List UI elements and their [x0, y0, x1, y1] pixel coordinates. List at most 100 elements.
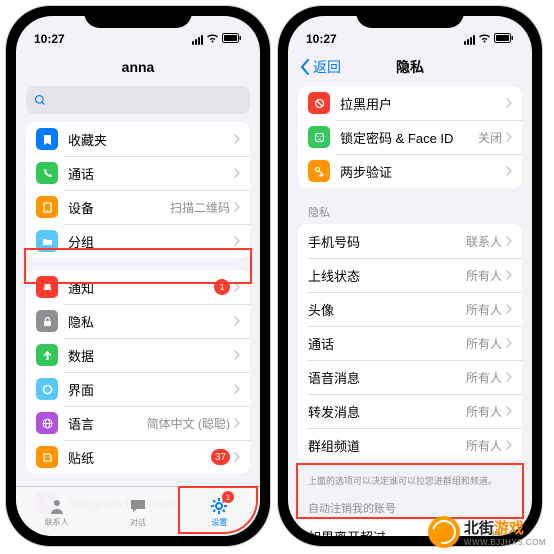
wifi-icon	[206, 33, 219, 46]
settings-row-通话[interactable]: 通话	[26, 156, 250, 190]
settings-row-分组[interactable]: 分组	[26, 224, 250, 258]
row-label: 数据	[68, 346, 234, 365]
settings-row-手机号码[interactable]: 手机号码联系人	[298, 224, 522, 258]
settings-row-两步验证[interactable]: 两步验证	[298, 154, 522, 188]
row-label: 转发消息	[308, 402, 466, 421]
settings-row-拉黑用户[interactable]: 拉黑用户	[298, 86, 522, 120]
row-value: 所有人	[466, 437, 502, 454]
row-label: 通话	[308, 334, 466, 353]
bookmark-icon	[36, 128, 58, 150]
row-value: 关闭	[478, 129, 502, 146]
row-label: 隐私	[68, 312, 234, 331]
row-label: 收藏夹	[68, 130, 234, 149]
row-label: 贴纸	[68, 448, 211, 467]
row-label: 通话	[68, 164, 234, 183]
settings-row-上线状态[interactable]: 上线状态所有人	[298, 258, 522, 292]
battery-icon	[494, 33, 514, 46]
bubble-icon	[128, 496, 148, 516]
settings-row-设备[interactable]: 设备扫描二维码	[26, 190, 250, 224]
settings-row-语言[interactable]: 语言简体中文 (聪聪)	[26, 406, 250, 440]
chevron-right-icon	[506, 166, 512, 176]
row-label: 界面	[68, 380, 234, 399]
wifi-icon	[478, 33, 491, 46]
tab-bar: 联系人对话设置 1	[16, 486, 260, 536]
badge: 37	[211, 449, 230, 465]
sticker-icon	[36, 446, 58, 468]
settings-group: 通知1隐私数据界面语言简体中文 (聪聪)贴纸37	[26, 270, 250, 474]
row-label: 设备	[68, 198, 170, 217]
settings-row-隐私[interactable]: 隐私	[26, 304, 250, 338]
row-value: 所有人	[466, 301, 502, 318]
watermark: 北街游戏 WWW.BJJHXS.COM	[428, 516, 546, 548]
tab-对话[interactable]: 对话	[97, 487, 178, 536]
status-time: 10:27	[34, 32, 65, 46]
chevron-right-icon	[506, 270, 512, 280]
tab-label: 设置	[211, 517, 227, 528]
chevron-right-icon	[506, 372, 512, 382]
tab-设置[interactable]: 设置 1	[179, 487, 260, 536]
search-icon	[34, 94, 46, 106]
chevron-right-icon	[234, 384, 240, 394]
settings-row-头像[interactable]: 头像所有人	[298, 292, 522, 326]
section-footer: 上面的选项可以决定谁可以拉您进群组和频道。	[288, 474, 532, 496]
row-label: 锁定密码 & Face ID	[340, 128, 478, 147]
status-time: 10:27	[306, 32, 337, 46]
chevron-right-icon	[506, 338, 512, 348]
settings-row-界面[interactable]: 界面	[26, 372, 250, 406]
chevron-right-icon	[506, 440, 512, 450]
row-label: 两步验证	[340, 162, 506, 181]
lock-icon	[36, 310, 58, 332]
settings-row-贴纸[interactable]: 贴纸37	[26, 440, 250, 474]
block-icon	[308, 92, 330, 114]
chevron-left-icon	[300, 59, 310, 75]
person-icon	[47, 496, 67, 516]
circle-icon	[36, 378, 58, 400]
phone-left: 10:27 anna 收藏夹通话设备扫描二维码分组通知1 隐私数据界面语言简体中文…	[6, 6, 270, 546]
chevron-right-icon	[506, 236, 512, 246]
settings-row-数据[interactable]: 数据	[26, 338, 250, 372]
signal-icon	[464, 35, 475, 45]
watermark-icon	[428, 516, 460, 548]
row-value: 简体中文 (聪聪)	[147, 415, 230, 432]
row-value: 所有人	[466, 403, 502, 420]
row-label: 语言	[68, 414, 147, 433]
row-label: 手机号码	[308, 232, 466, 251]
badge: 1	[214, 279, 230, 295]
search-input[interactable]	[26, 86, 250, 114]
chevron-right-icon	[234, 350, 240, 360]
chevron-right-icon	[234, 236, 240, 246]
row-label: 头像	[308, 300, 466, 319]
tab-badge: 1	[222, 491, 234, 503]
chevron-right-icon	[234, 452, 240, 462]
page-title: anna	[122, 59, 155, 75]
chevron-right-icon	[506, 406, 512, 416]
settings-group: 手机号码联系人上线状态所有人头像所有人通话所有人语音消息所有人转发消息所有人群组…	[298, 224, 522, 462]
settings-group: 拉黑用户锁定密码 & Face ID关闭两步验证	[298, 86, 522, 188]
row-label: 语音消息	[308, 368, 466, 387]
tab-联系人[interactable]: 联系人	[16, 487, 97, 536]
settings-row-群组频道[interactable]: 群组频道所有人	[298, 428, 522, 462]
globe-icon	[36, 412, 58, 434]
back-button[interactable]: 返回	[300, 57, 341, 77]
device-icon	[36, 196, 58, 218]
row-value: 联系人	[466, 233, 502, 250]
settings-row-收藏夹[interactable]: 收藏夹	[26, 122, 250, 156]
row-value: 所有人	[466, 267, 502, 284]
row-value: 所有人	[466, 369, 502, 386]
settings-row-锁定密码 & Face ID[interactable]: 锁定密码 & Face ID关闭	[298, 120, 522, 154]
chevron-right-icon	[234, 134, 240, 144]
page-title: 隐私	[396, 57, 424, 77]
faceid-icon	[308, 126, 330, 148]
settings-row-语音消息[interactable]: 语音消息所有人	[298, 360, 522, 394]
settings-group: 收藏夹通话设备扫描二维码分组	[26, 122, 250, 258]
chevron-right-icon	[506, 98, 512, 108]
chevron-right-icon	[234, 202, 240, 212]
bell-icon	[36, 276, 58, 298]
settings-row-转发消息[interactable]: 转发消息所有人	[298, 394, 522, 428]
settings-row-通话[interactable]: 通话所有人	[298, 326, 522, 360]
row-label: 上线状态	[308, 266, 466, 285]
key-icon	[308, 160, 330, 182]
phone-icon	[36, 162, 58, 184]
battery-icon	[222, 33, 242, 46]
settings-row-通知[interactable]: 通知1	[26, 270, 250, 304]
